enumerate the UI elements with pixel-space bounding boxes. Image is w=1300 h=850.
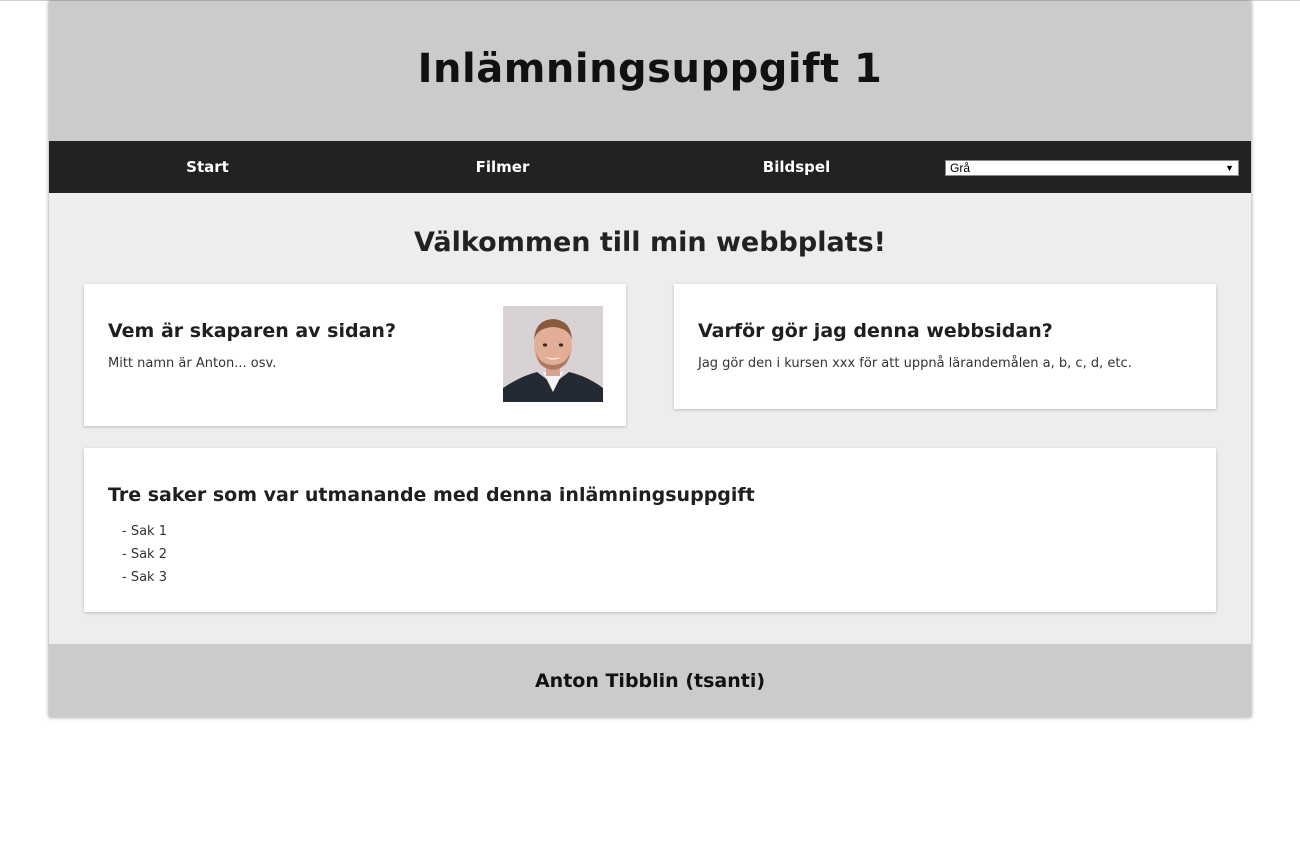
theme-select-value: Grå [950, 161, 971, 175]
card-challenges: Tre saker som var utmanande med denna in… [84, 448, 1216, 612]
nav-link-filmer[interactable]: Filmer [405, 141, 600, 193]
card-creator-text: Mitt namn är Anton... osv. [108, 356, 277, 371]
nav-link-start[interactable]: Start [110, 141, 305, 193]
page-title: Inlämningsuppgift 1 [417, 46, 883, 92]
page-container: Inlämningsuppgift 1 Start Filmer Bildspe… [49, 1, 1251, 717]
list-item: - Sak 3 [122, 570, 167, 585]
card-creator-title: Vem är skaparen av sidan? [108, 320, 396, 342]
profile-photo-image [503, 306, 603, 402]
card-challenges-title: Tre saker som var utmanande med denna in… [108, 484, 755, 506]
nav-link-bildspel[interactable]: Bildspel [699, 141, 894, 193]
card-creator: Vem är skaparen av sidan? Mitt namn är A… [84, 284, 626, 426]
welcome-heading: Välkommen till min webbplats! [414, 227, 886, 258]
list-item: - Sak 2 [122, 547, 167, 562]
card-why: Varför gör jag denna webbsidan? Jag gör … [674, 284, 1216, 409]
challenges-list: - Sak 1 - Sak 2 - Sak 3 [122, 524, 167, 593]
main-nav: Start Filmer Bildspel Grå ▼ [49, 141, 1251, 193]
card-why-text: Jag gör den i kursen xxx för att uppnå l… [698, 356, 1132, 371]
footer-author: Anton Tibblin (tsanti) [534, 669, 766, 692]
theme-select[interactable]: Grå ▼ [945, 160, 1239, 176]
profile-photo [503, 306, 603, 402]
site-footer: Anton Tibblin (tsanti) [49, 644, 1251, 717]
chevron-down-icon: ▼ [1225, 163, 1234, 173]
card-why-title: Varför gör jag denna webbsidan? [698, 320, 1053, 342]
site-header: Inlämningsuppgift 1 [49, 1, 1251, 141]
list-item: - Sak 1 [122, 524, 167, 539]
